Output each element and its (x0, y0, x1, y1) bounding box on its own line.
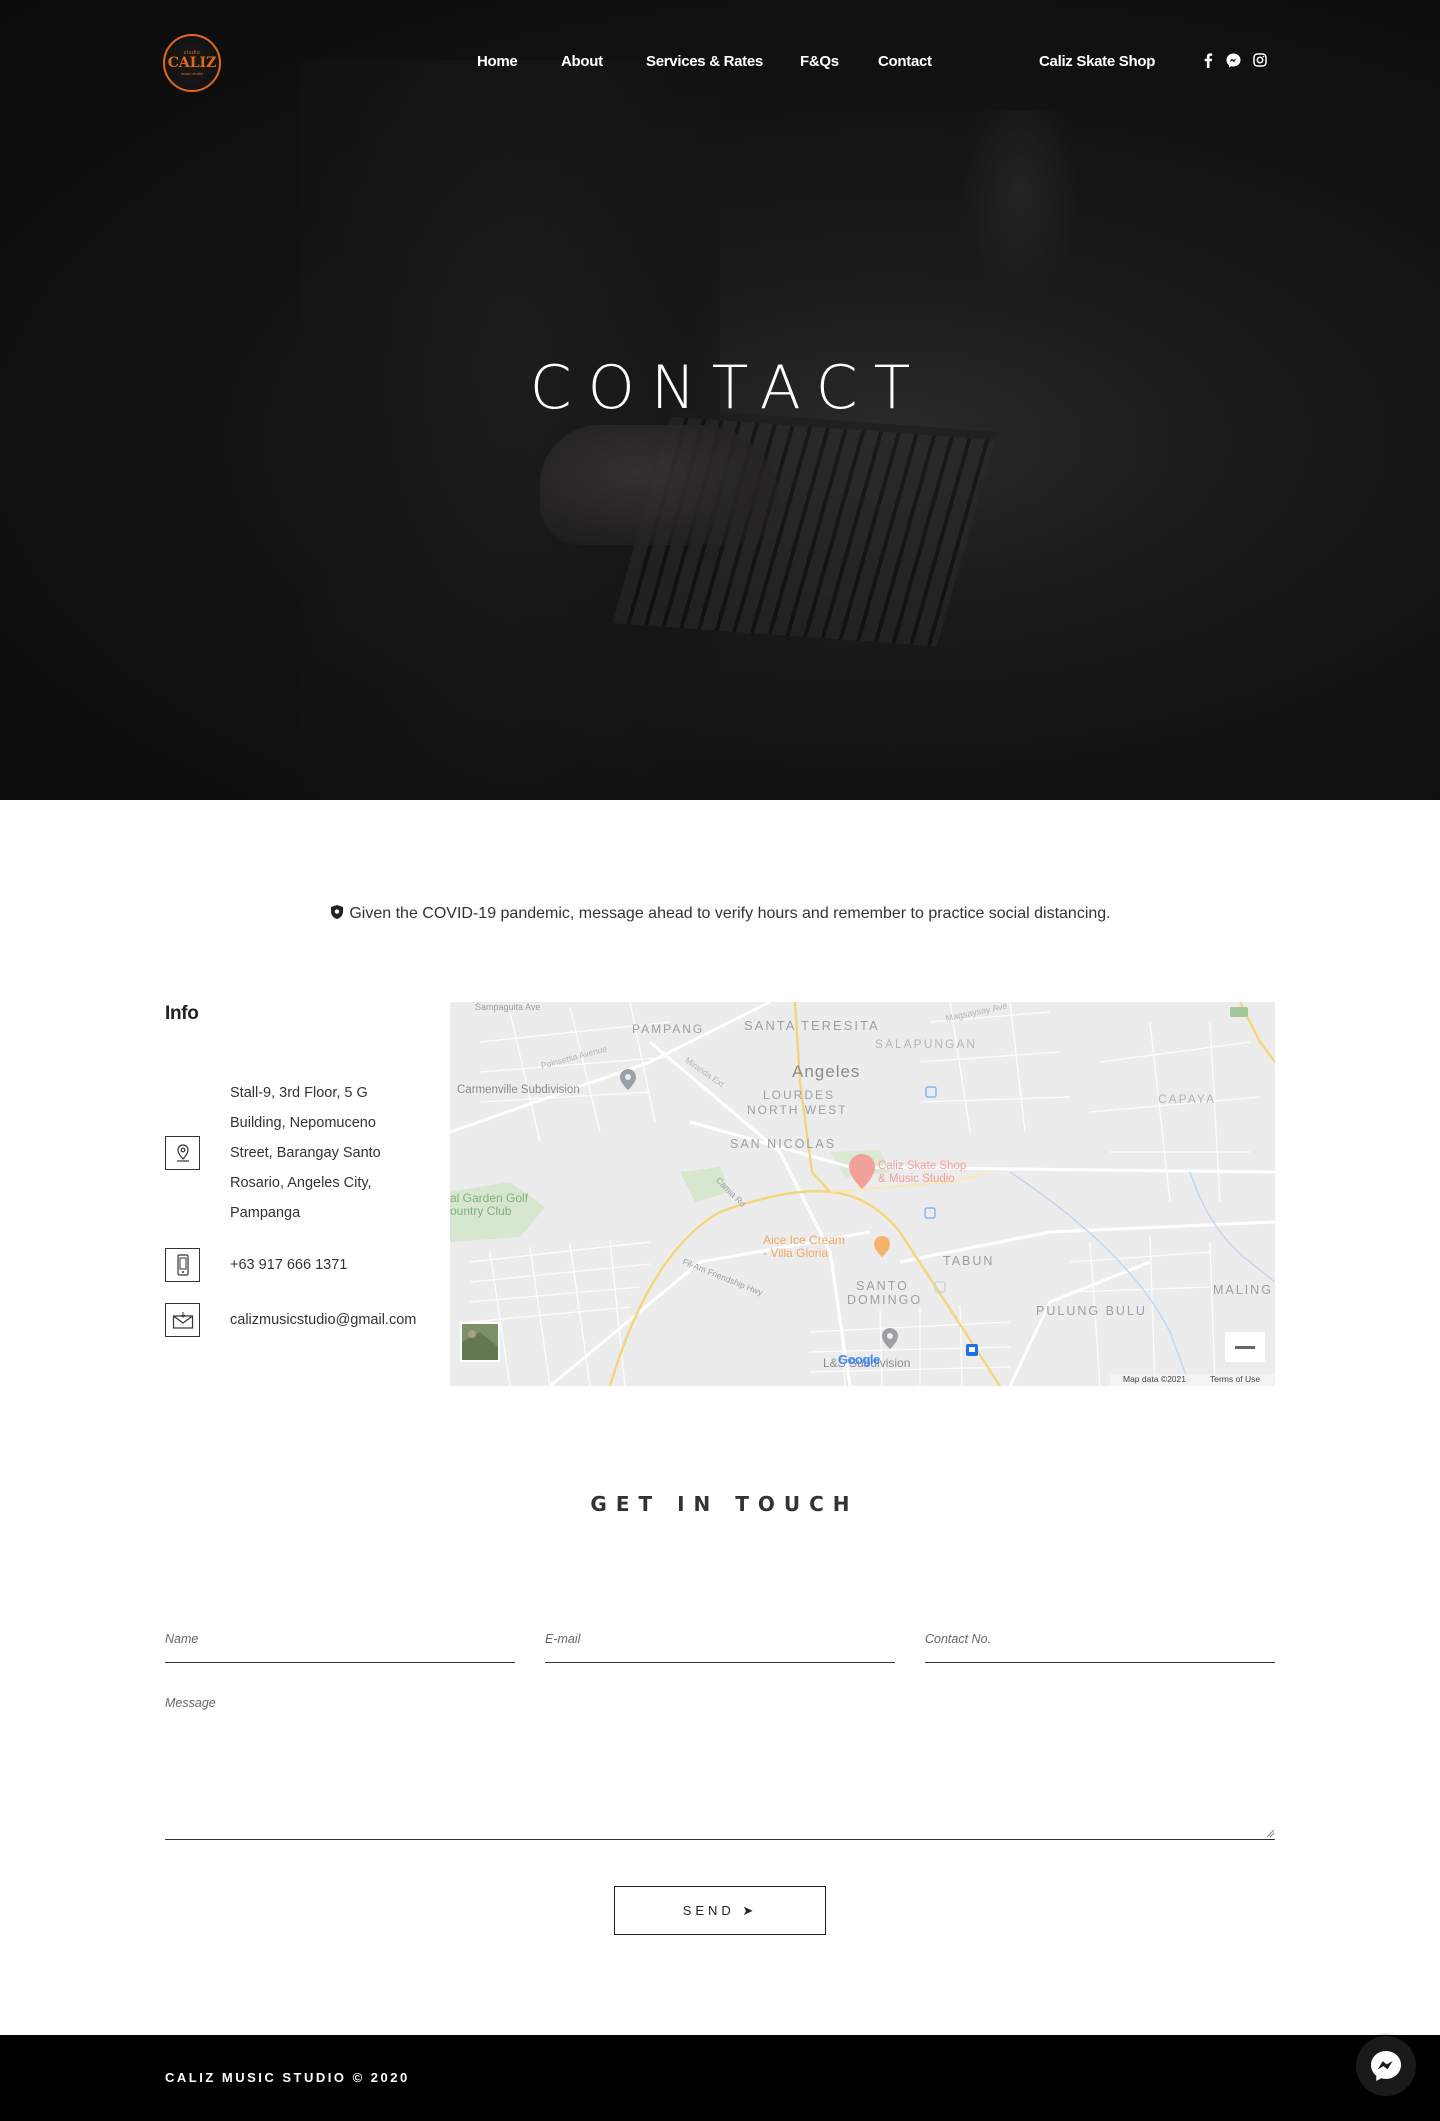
map-label: NORTH WEST (747, 1103, 848, 1117)
nav-home[interactable]: Home (477, 53, 518, 70)
map-label: DOMINGO (847, 1293, 923, 1307)
map-poi-label-line: - Villa Gloria (763, 1246, 829, 1260)
message-placeholder: Message (165, 1696, 216, 1710)
main-nav: Home About Services & Rates F&Qs Contact… (0, 53, 1440, 73)
shield-icon (331, 905, 344, 919)
nav-contact[interactable]: Contact (878, 53, 932, 70)
address-line: Rosario, Angeles City, (230, 1175, 372, 1191)
info-heading: Info (165, 1003, 199, 1024)
map-golf-label-line: ountry Club (450, 1204, 512, 1218)
messenger-icon[interactable] (1226, 53, 1241, 73)
email-placeholder: E-mail (545, 1632, 581, 1646)
instagram-icon[interactable] (1253, 53, 1267, 72)
hero-banner: studio CALIZ music studio Home About Ser… (0, 0, 1440, 800)
address-line: Street, Barangay Santo (230, 1145, 381, 1161)
map-pin-label-line: Caliz Skate Shop (878, 1160, 967, 1172)
google-logo: Google (838, 1352, 880, 1367)
location-pin-icon (165, 1136, 200, 1170)
email-icon (165, 1303, 200, 1337)
map-label: TABUN (943, 1254, 995, 1268)
email-field[interactable]: E-mail (545, 1626, 895, 1663)
map-label: Sampaguita Ave (475, 1002, 541, 1012)
messenger-icon (1371, 2051, 1401, 2081)
send-button[interactable]: SEND ➤ (614, 1886, 826, 1935)
phone-icon (165, 1248, 200, 1282)
footer-copyright: CALIZ MUSIC STUDIO © 2020 (165, 2070, 410, 2085)
map-label: PULUNG BULU (1036, 1304, 1147, 1318)
map-label: Carmenville Subdivision (457, 1084, 580, 1096)
page-title: CONTACT (529, 353, 927, 423)
name-placeholder: Name (165, 1632, 199, 1646)
map-label: SALAPUNGAN (875, 1037, 978, 1051)
map-terms-link[interactable]: Terms of Use (1210, 1374, 1260, 1384)
map-golf-label: al Garden Golf ountry Club (450, 1192, 528, 1218)
map-pin-label-line: & Music Studio (878, 1173, 955, 1185)
map-label: Angeles (792, 1062, 861, 1081)
hero-hand (540, 425, 780, 545)
address-line: Building, Nepomuceno (230, 1115, 376, 1131)
map-label: PAMPANG (632, 1022, 705, 1036)
map-zoom-out-button[interactable] (1225, 1332, 1265, 1362)
email-address[interactable]: calizmusicstudio@gmail.com (230, 1305, 416, 1335)
contact-placeholder: Contact No. (925, 1632, 992, 1646)
map-satellite-toggle[interactable] (460, 1322, 500, 1362)
nav-services-rates[interactable]: Services & Rates (646, 53, 763, 70)
address-block: Stall-9, 3rd Floor, 5 G Building, Nepomu… (230, 1078, 381, 1228)
phone-number[interactable]: +63 917 666 1371 (230, 1250, 347, 1280)
facebook-icon[interactable] (1203, 53, 1213, 73)
map-attribution: Map data ©2021 (1123, 1374, 1186, 1384)
map-label: SANTA TERESITA (744, 1018, 880, 1033)
map-pin-label: Caliz Skate Shop & Music Studio (878, 1160, 966, 1186)
map-poi-label: Aice Ice Cream - Villa Gloria (763, 1234, 845, 1260)
google-map[interactable]: Sampaguita Ave PAMPANG SANTA TERESITA Ma… (450, 1002, 1275, 1386)
name-field[interactable]: Name (165, 1626, 515, 1663)
covid-notice-text: Given the COVID-19 pandemic, message ahe… (349, 905, 1111, 922)
address-line: Pampanga (230, 1205, 301, 1221)
nav-skate-shop[interactable]: Caliz Skate Shop (1039, 53, 1155, 70)
nav-faqs[interactable]: F&Qs (800, 53, 839, 70)
nav-about[interactable]: About (561, 53, 603, 70)
contact-number-field[interactable]: Contact No. (925, 1626, 1275, 1663)
messenger-chat-button[interactable] (1356, 2036, 1416, 2096)
map-label: CAPAYA (1158, 1092, 1217, 1106)
message-field[interactable]: Message (165, 1690, 1275, 1840)
map-label: SANTO (856, 1279, 909, 1293)
hero-glass (960, 110, 1080, 310)
covid-notice: Given the COVID-19 pandemic, message ahe… (0, 904, 1440, 923)
footer: CALIZ MUSIC STUDIO © 2020 (0, 2035, 1440, 2121)
map-label: SAN NICOLAS (730, 1137, 837, 1151)
address-line: Stall-9, 3rd Floor, 5 G (230, 1085, 368, 1101)
map-label: LOURDES (763, 1088, 836, 1102)
get-in-touch-heading: GET IN TOUCH (590, 1492, 859, 1516)
resize-handle-icon[interactable] (1266, 1829, 1275, 1838)
map-label: MALING (1213, 1283, 1273, 1297)
